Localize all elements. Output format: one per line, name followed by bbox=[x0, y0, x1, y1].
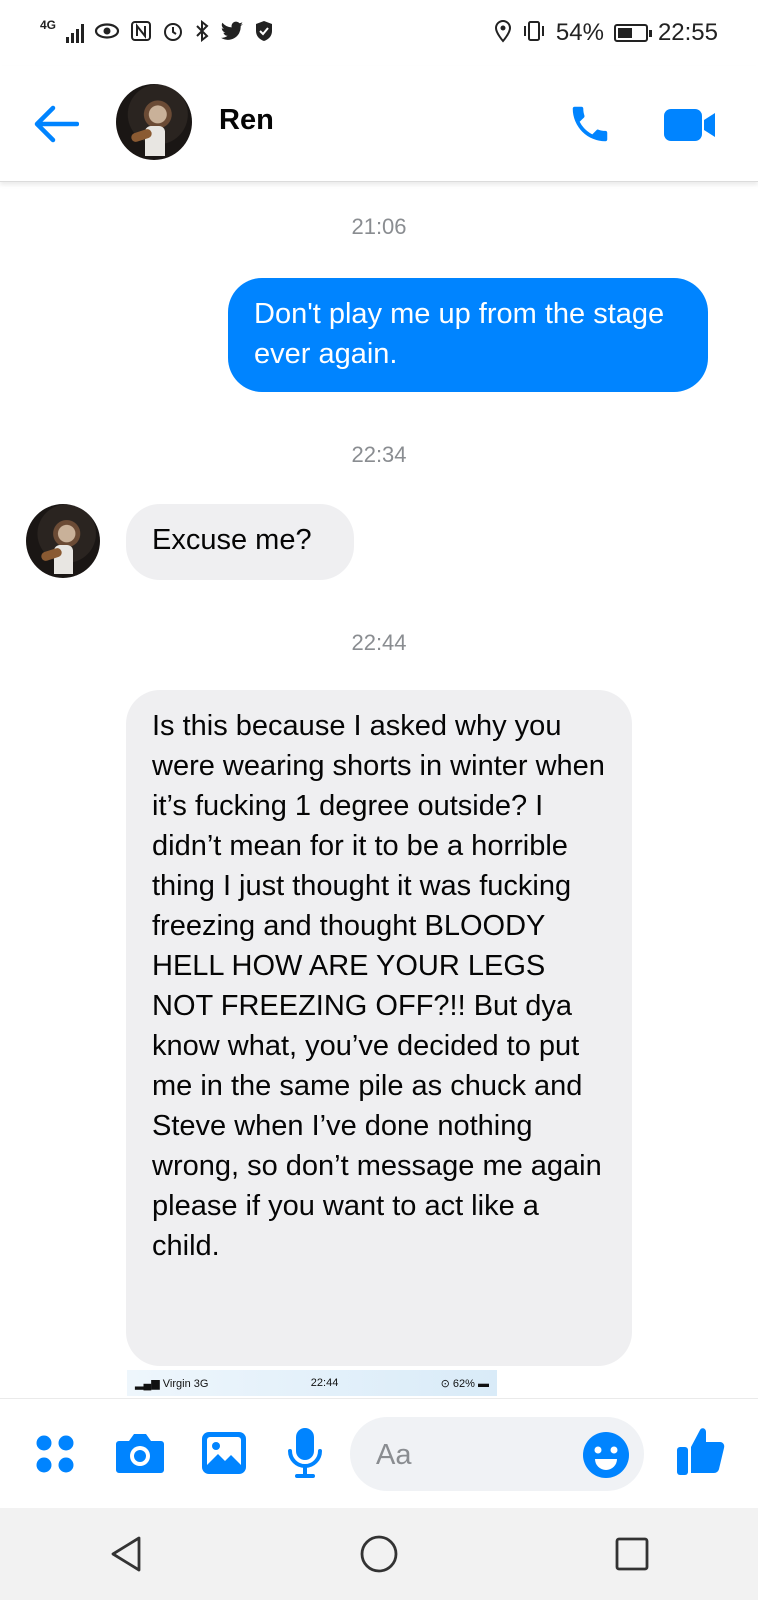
status-left-icons: 4G bbox=[40, 18, 274, 46]
image-icon bbox=[202, 1432, 246, 1474]
preview-time: 22:44 bbox=[310, 1377, 339, 1389]
status-right-icons: 54% 22:55 bbox=[494, 19, 718, 47]
image-attachment-preview[interactable]: ▂▄▆ Virgin 3G 22:44 ⊙ 62% ▬ bbox=[127, 1370, 497, 1396]
message-timestamp: 22:34 bbox=[351, 442, 407, 467]
back-arrow-icon bbox=[34, 105, 79, 143]
contact-name[interactable]: Ren bbox=[219, 104, 274, 137]
bluetooth-icon bbox=[194, 19, 210, 46]
voice-call-button[interactable] bbox=[562, 96, 618, 152]
home-circle-icon bbox=[360, 1535, 398, 1573]
video-camera-icon bbox=[664, 109, 715, 141]
nav-recents-button[interactable] bbox=[602, 1524, 662, 1584]
back-button[interactable] bbox=[30, 98, 82, 150]
message-input-placeholder: Aa bbox=[376, 1439, 412, 1471]
signal-icon bbox=[66, 23, 85, 43]
preview-carrier: ▂▄▆ Virgin 3G bbox=[135, 1377, 209, 1390]
battery-percent: 54% bbox=[555, 19, 604, 46]
emoji-button[interactable] bbox=[582, 1431, 630, 1479]
outgoing-message[interactable]: Don't play me up from the stage ever aga… bbox=[228, 278, 708, 392]
four-dots-icon bbox=[36, 1435, 74, 1473]
more-actions-button[interactable] bbox=[30, 1429, 80, 1479]
eye-icon bbox=[94, 22, 120, 44]
battery-icon bbox=[613, 24, 652, 42]
shield-icon bbox=[254, 20, 274, 46]
microphone-icon bbox=[288, 1428, 322, 1478]
incoming-message[interactable]: Excuse me? bbox=[126, 504, 354, 580]
smiley-icon bbox=[583, 1432, 629, 1478]
video-call-button[interactable] bbox=[660, 100, 720, 150]
message-timestamp: 22:44 bbox=[351, 630, 407, 655]
nav-back-button[interactable] bbox=[96, 1524, 156, 1584]
contact-avatar[interactable] bbox=[116, 84, 192, 160]
sender-avatar[interactable] bbox=[26, 504, 100, 578]
message-composer: Aa bbox=[0, 1398, 758, 1509]
status-bar: 4G 54% 22:55 bbox=[0, 0, 758, 66]
conversation-header: Ren bbox=[0, 66, 758, 182]
recents-square-icon bbox=[615, 1537, 649, 1571]
system-navigation-bar bbox=[0, 1508, 758, 1600]
preview-battery: ⊙ 62% ▬ bbox=[440, 1377, 489, 1390]
message-input[interactable]: Aa bbox=[350, 1417, 644, 1491]
like-button[interactable] bbox=[672, 1421, 730, 1481]
back-triangle-icon bbox=[111, 1536, 141, 1572]
nfc-icon bbox=[130, 20, 152, 46]
phone-icon bbox=[572, 106, 608, 142]
camera-icon bbox=[116, 1434, 164, 1473]
camera-button[interactable] bbox=[112, 1427, 168, 1479]
incoming-message[interactable]: Is this because I asked why you were wea… bbox=[126, 690, 632, 1366]
thumbs-up-icon bbox=[677, 1428, 725, 1475]
alarm-icon bbox=[162, 20, 184, 46]
status-time: 22:55 bbox=[657, 19, 718, 46]
twitter-icon bbox=[220, 21, 244, 45]
gallery-button[interactable] bbox=[196, 1427, 252, 1479]
message-timestamp: 21:06 bbox=[351, 214, 407, 239]
network-type: 4G bbox=[40, 18, 57, 32]
location-icon bbox=[494, 19, 512, 47]
nav-home-button[interactable] bbox=[349, 1524, 409, 1584]
voice-message-button[interactable] bbox=[280, 1425, 330, 1481]
vibrate-icon bbox=[522, 20, 546, 46]
